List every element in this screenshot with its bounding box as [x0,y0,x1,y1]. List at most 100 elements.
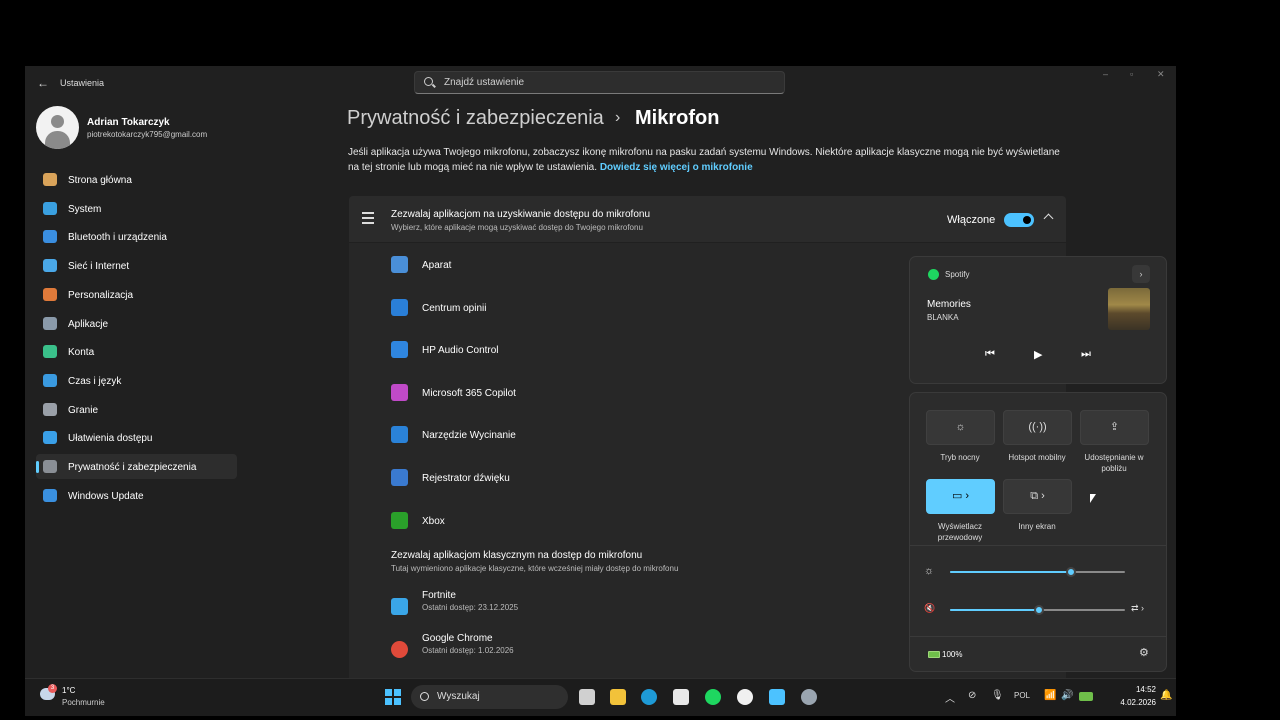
minimize-button[interactable]: – [1103,69,1108,79]
file-explorer-icon[interactable] [610,689,626,705]
gamepad-icon [43,402,57,416]
settings-gear-icon[interactable]: ⚙ [1139,646,1149,659]
previous-track-button[interactable]: ⏮ [985,348,995,361]
sidebar-item-accessibility[interactable]: Ułatwienia dostępu [36,425,237,450]
last-access-text: Ostatni dostęp: 1.02.2026 [422,646,514,655]
breadcrumb-separator: › [615,109,621,126]
wifi-icon [43,259,57,273]
feedback-icon [391,298,408,316]
classic-apps-title: Zezwalaj aplikacjom klasycznym na dostęp… [391,550,643,561]
sidebar-item-label: System [68,203,102,215]
quick-settings-flyout: ☼ ((·)) ⇪ Tryb nocny Hotspot mobilny Udo… [909,392,1167,672]
no-sync-icon[interactable]: ⊘ [968,690,976,701]
album-cover [1108,288,1150,330]
night-light-tile[interactable]: ☼ [926,410,995,445]
notifications-icon[interactable]: 🔔 [1160,690,1172,701]
settings-search-input[interactable]: Znajdź ustawienie [414,71,785,94]
audio-output-icon[interactable]: ⇄ › [1131,603,1144,614]
chevron-up-icon[interactable] [1043,213,1054,224]
nearby-sharing-tile[interactable]: ⇪ [1080,410,1149,445]
microphone-icon[interactable]: 🎙 [991,690,1004,701]
update-icon [43,488,57,502]
edge-icon[interactable] [641,689,657,705]
spotify-taskbar-icon[interactable] [705,689,721,705]
sidebar-item-home[interactable]: Strona główna [36,167,237,192]
maximize-button[interactable]: ▫ [1130,69,1133,79]
next-track-button[interactable]: ⏭ [1081,348,1091,361]
back-arrow-icon[interactable]: ← [37,76,49,90]
sidebar-item-label: Aplikacje [68,318,109,330]
close-button[interactable]: ✕ [1157,69,1165,80]
search-placeholder: Znajdź ustawienie [444,77,525,88]
sidebar-item-label: Prywatność i zabezpieczenia [68,462,197,473]
breadcrumb-parent[interactable]: Prywatność i zabezpieczenia [347,107,604,130]
sidebar-item-label: Konta [68,347,95,359]
battery-tray-icon[interactable] [1079,692,1093,701]
task-view-icon[interactable] [579,689,595,705]
page-description: Jeśli aplikacja używa Twojego mikrofonu,… [348,145,1068,175]
fortnite-icon [391,598,408,615]
sidebar-item-shield[interactable]: Prywatność i zabezpieczenia [36,454,237,479]
speaker-icon[interactable]: 🔊 [1061,690,1073,701]
weather-description[interactable]: Pochmurnie [62,698,105,707]
night-light-label: Tryb nocny [940,453,980,462]
camera-icon [391,256,408,273]
volume-slider[interactable]: 🔇 ⇄ › [924,603,1154,617]
mobile-hotspot-tile[interactable]: ((·)) [1003,410,1072,445]
snip-icon [391,426,408,444]
accessibility-icon [43,431,57,445]
start-button[interactable] [385,689,401,705]
app-name: Xbox [422,515,445,527]
learn-more-link[interactable]: Dowiedz się więcej o mikrofonie [600,162,753,173]
list-icon [362,212,374,224]
app-name: Microsoft 365 Copilot [422,387,516,399]
battery-level[interactable]: 100% [942,650,962,659]
sidebar-item-label: Bluetooth i urządzenia [68,232,167,244]
sidebar-item-globe[interactable]: Czas i język [36,368,237,393]
user-email: piotrekotokarczyk795@gmail.com [87,130,208,139]
sidebar-item-brush[interactable]: Personalizacja [36,282,237,307]
volume-thumb[interactable] [1034,605,1045,615]
sidebar-item-bluetooth[interactable]: Bluetooth i urządzenia [36,224,237,249]
mic-access-toggle[interactable] [1004,213,1034,227]
sidebar-item-system[interactable]: System [36,196,237,221]
notepad-icon[interactable] [769,689,785,705]
temperature[interactable]: 1°C [62,686,75,695]
settings-taskbar-icon[interactable] [801,689,817,705]
tray-overflow-chevron-icon[interactable]: ︿ [945,690,955,705]
mic-access-setting[interactable]: Zezwalaj aplikacjom na uzyskiwanie dostę… [349,196,1066,242]
xbox-icon [391,511,408,529]
wifi-icon[interactable]: 📶 [1044,690,1056,701]
brightness-thumb[interactable] [1065,567,1076,577]
clock-date[interactable]: 4.02.2026 [1106,698,1156,707]
globe-icon [43,373,57,387]
sidebar-item-label: Ułatwienia dostępu [68,433,153,445]
weather-badge: 3 [48,684,57,693]
sidebar-item-update[interactable]: Windows Update [36,483,237,508]
brightness-slider[interactable]: ☼ [924,565,1154,579]
play-button[interactable]: ▶ [1034,348,1042,361]
volume-mute-icon[interactable]: 🔇 [924,603,935,614]
media-expand-button[interactable]: › [1132,265,1150,283]
project-tile[interactable]: ⧉ › [1003,479,1072,514]
sidebar-item-wifi[interactable]: Sieć i Internet [36,253,237,278]
app-name: Google Chrome [422,633,493,644]
clock-time[interactable]: 14:52 [1106,685,1156,694]
chatgpt-icon[interactable] [737,689,753,705]
recorder-icon [391,469,408,486]
settings-window: ← Ustawienia Znajdź ustawienie – ▫ ✕ Adr… [25,66,1176,716]
sidebar-item-apps[interactable]: Aplikacje [36,311,237,336]
sidebar-item-gamepad[interactable]: Granie [36,397,237,422]
taskbar-search[interactable]: Wyszukaj [411,685,568,709]
sidebar-item-label: Strona główna [68,175,132,186]
avatar[interactable] [36,106,79,149]
wired-display-tile[interactable]: ▭ › [926,479,995,514]
classic-apps-subtitle: Tutaj wymieniono aplikacje klasyczne, kt… [391,564,679,573]
search-icon [420,692,429,701]
store-icon[interactable] [673,689,689,705]
language-indicator[interactable]: POL [1014,691,1030,700]
home-icon [43,173,57,186]
mic-access-state: Włączone [947,214,996,226]
sidebar-item-account[interactable]: Konta [36,339,237,364]
taskbar: 3 1°C Pochmurnie Wyszukaj ︿ ⊘ 🎙 POL 📶 🔊 … [25,678,1176,716]
